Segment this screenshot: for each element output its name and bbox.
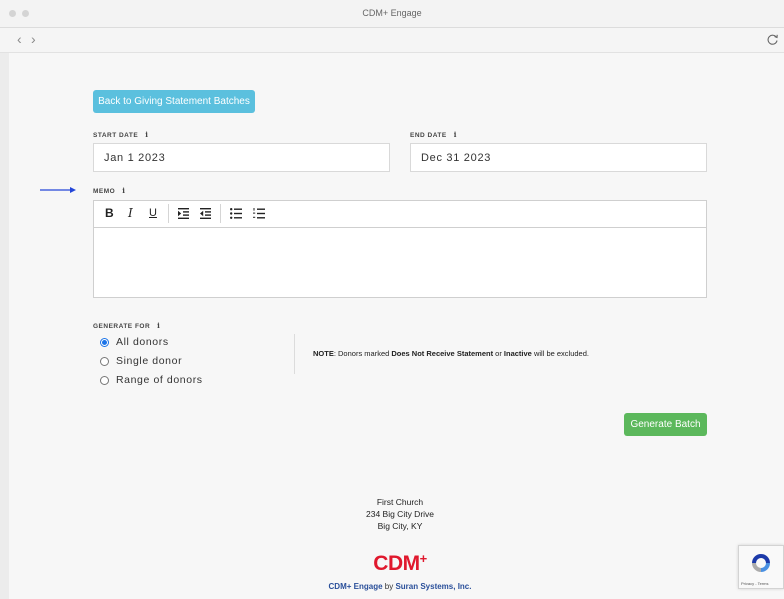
italic-button[interactable]: I [128,206,133,220]
radio-range-of-donors[interactable]: Range of donors [100,374,203,386]
reload-icon[interactable] [766,33,779,46]
generate-for-label-text: GENERATE FOR [93,323,151,330]
credit-by: by [382,582,396,591]
outdent-icon[interactable] [200,208,211,219]
window-title: CDM+ Engage [362,8,422,18]
footer-credit: CDM+ Engage by Suran Systems, Inc. [250,582,550,591]
info-icon[interactable]: i [122,186,125,195]
memo-label-text: MEMO [93,188,116,195]
logo-plus: + [419,551,428,566]
radio-single-donor[interactable]: Single donor [100,355,182,367]
info-icon[interactable]: i [157,321,160,330]
recaptcha-icon [752,554,770,572]
indent-icon[interactable] [178,208,189,219]
memo-text-area[interactable] [94,228,706,298]
address-line: 234 Big City Drive [365,509,435,519]
company-link[interactable]: Suran Systems, Inc. [395,582,471,591]
generate-batch-button[interactable]: Generate Batch [624,413,707,436]
note-prefix: NOTE [313,349,334,358]
end-date-label-text: END DATE [410,132,447,139]
chevron-right-icon[interactable]: › [31,31,36,47]
radio-all-donors[interactable]: All donors [100,336,169,348]
navigation-bar: ‹ › [0,28,784,53]
page-content: Back to Giving Statement Batches START D… [9,53,784,599]
recaptcha-text[interactable]: Privacy - Terms [741,581,768,586]
memo-toolbar: B I U [94,201,706,228]
note-text: : Donors marked [333,349,392,358]
radio-unselected-icon[interactable] [100,356,109,366]
end-date-label: END DATE i [410,130,457,139]
radio-selected-icon[interactable] [100,337,109,347]
radio-label: Single donor [116,355,183,367]
info-icon[interactable]: i [454,130,457,139]
info-icon[interactable]: i [145,130,148,139]
bold-button[interactable]: B [105,206,114,220]
product-link[interactable]: CDM+ Engage [329,582,383,591]
back-to-batches-button[interactable]: Back to Giving Statement Batches [93,90,255,113]
underline-button[interactable]: U [149,206,157,220]
window-titlebar: CDM+ Engage [0,0,784,28]
numbered-list-icon[interactable] [253,208,265,219]
bullet-list-icon[interactable] [230,208,242,219]
memo-label: MEMO i [93,186,125,195]
note-text: or [493,349,504,358]
start-date-label-text: START DATE [93,132,139,139]
recaptcha-badge[interactable]: Privacy - Terms [738,545,784,589]
note-text: will be excluded. [531,349,589,358]
logo-text: CDM [373,552,420,575]
exclusion-note: NOTE: Donors marked Does Not Receive Sta… [313,349,589,358]
church-address: First Church 234 Big City Drive Big City… [300,496,500,532]
radio-label: All donors [116,336,169,348]
generate-for-label: GENERATE FOR i [93,321,160,330]
end-date-field[interactable]: Dec 31 2023 [410,143,707,172]
start-date-label: START DATE i [93,130,148,139]
note-emphasis: Does Not Receive Statement [391,349,494,358]
note-emphasis: Inactive [503,349,532,358]
annotation-arrow-icon [40,187,76,193]
cdm-logo: CDM+ [300,551,500,576]
vertical-divider [294,334,295,374]
toolbar-divider [168,204,169,223]
memo-editor: B I U [93,200,707,298]
radio-unselected-icon[interactable] [100,375,109,385]
radio-label: Range of donors [116,374,203,386]
start-date-field[interactable]: Jan 1 2023 [93,143,390,172]
church-name: First Church [376,497,424,507]
toolbar-divider [220,204,221,223]
chevron-left-icon[interactable]: ‹ [17,31,22,47]
address-line: Big City, KY [377,521,423,531]
